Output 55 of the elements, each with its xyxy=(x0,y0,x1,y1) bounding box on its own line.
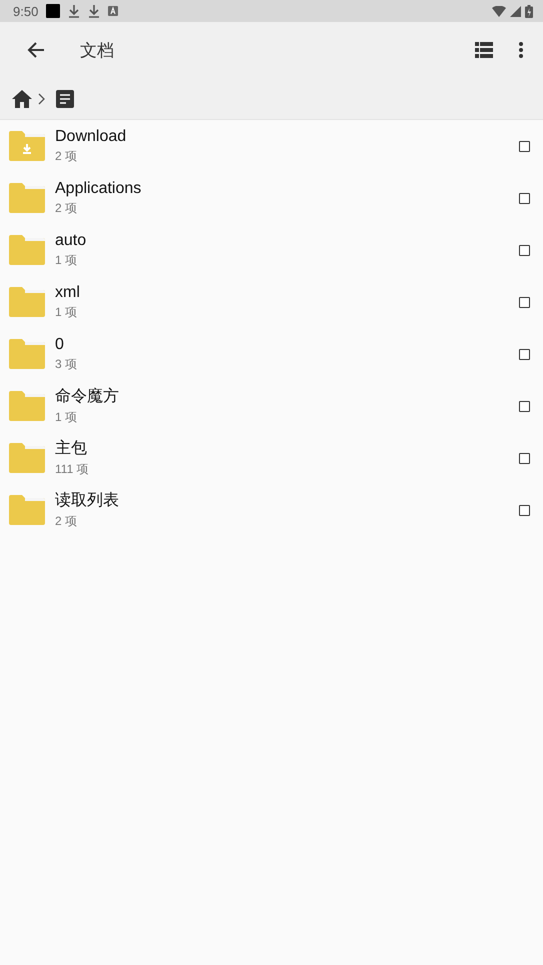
folder-icon xyxy=(9,339,45,369)
folder-icon xyxy=(9,443,45,473)
folder-icon xyxy=(9,391,45,421)
item-count: 1 项 xyxy=(55,409,78,426)
square-icon xyxy=(46,4,60,18)
folder-row[interactable]: 主包 111 项 xyxy=(0,432,543,484)
battery-icon xyxy=(525,4,533,18)
folder-icon xyxy=(9,183,45,213)
checkbox[interactable] xyxy=(519,452,530,464)
item-count: 2 项 xyxy=(55,513,78,530)
checkbox[interactable] xyxy=(519,296,530,308)
clock-time: 9:50 xyxy=(13,4,38,18)
item-count: 2 项 xyxy=(55,200,78,216)
list-view-icon xyxy=(475,42,493,58)
download-icon xyxy=(88,4,100,18)
back-arrow-icon xyxy=(26,40,46,60)
folder-name: 命令魔方 xyxy=(55,386,120,407)
folder-row[interactable]: Applications 2 项 xyxy=(0,172,543,224)
download-icon xyxy=(68,4,80,18)
signal-icon xyxy=(510,6,521,16)
item-count: 2 项 xyxy=(55,148,78,164)
more-vertical-icon xyxy=(519,42,523,58)
checkbox[interactable] xyxy=(519,348,530,360)
item-count: 3 项 xyxy=(55,356,78,372)
document-icon[interactable] xyxy=(56,90,74,108)
checkbox[interactable] xyxy=(519,192,530,204)
item-count: 1 项 xyxy=(55,252,78,268)
folder-name: auto xyxy=(55,232,88,250)
folder-row[interactable]: 读取列表 2 项 xyxy=(0,484,543,536)
folder-icon xyxy=(9,235,45,265)
item-count: 1 项 xyxy=(55,304,78,320)
home-icon[interactable] xyxy=(12,90,32,108)
checkbox[interactable] xyxy=(519,244,530,256)
folder-icon xyxy=(9,287,45,317)
page-title: 文档 xyxy=(80,40,115,62)
folder-row[interactable]: auto 1 项 xyxy=(0,224,543,276)
folder-row[interactable]: 命令魔方 1 项 xyxy=(0,380,543,432)
font-icon xyxy=(108,6,118,16)
folder-name: 0 xyxy=(55,336,65,354)
checkbox[interactable] xyxy=(519,504,530,516)
folder-row[interactable]: Download 2 项 xyxy=(0,120,543,172)
folder-name: Download xyxy=(55,128,128,146)
folder-name: Applications xyxy=(55,180,142,198)
item-count: 111 项 xyxy=(55,461,90,478)
chevron-icon xyxy=(38,92,46,104)
folder-name: 读取列表 xyxy=(55,490,120,511)
folder-row[interactable]: 0 3 项 xyxy=(0,328,543,380)
folder-row[interactable]: xml 1 项 xyxy=(0,276,543,328)
folder-name: xml xyxy=(55,284,81,302)
checkbox[interactable] xyxy=(519,140,530,152)
wifi-icon xyxy=(492,6,506,16)
checkbox[interactable] xyxy=(519,400,530,412)
download-folder-icon xyxy=(9,131,45,161)
folder-icon xyxy=(9,495,45,525)
folder-name: 主包 xyxy=(55,438,88,459)
